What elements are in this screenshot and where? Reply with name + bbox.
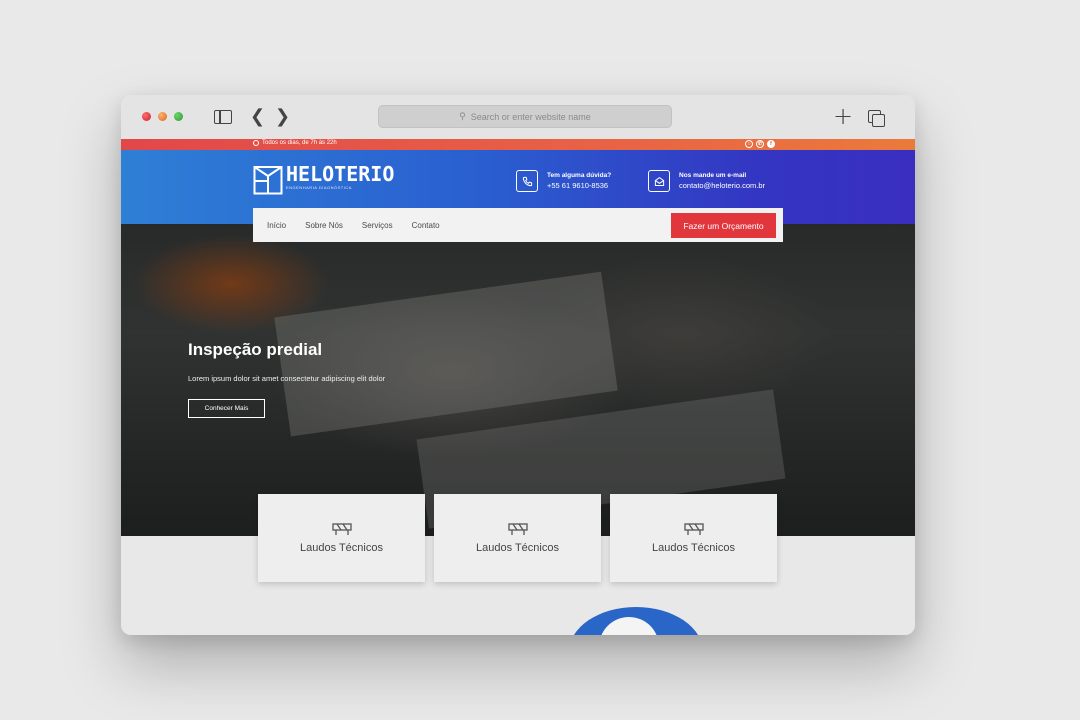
web-page: Todos os dias, de 7h às 22h ○ ✆ f HELOTE…: [121, 139, 915, 635]
logo-mark-icon: [253, 164, 283, 195]
nav-item-inicio[interactable]: Início: [267, 221, 286, 230]
service-card-label: Laudos Técnicos: [300, 542, 383, 554]
search-icon: ⚲: [459, 111, 466, 122]
address-placeholder: Search or enter website name: [470, 111, 591, 122]
service-card-label: Laudos Técnicos: [476, 542, 559, 554]
whatsapp-icon[interactable]: ✆: [756, 140, 764, 148]
forward-icon[interactable]: ❯: [275, 107, 290, 127]
minimize-window-button[interactable]: [158, 112, 167, 121]
tab-overview-icon[interactable]: [868, 110, 885, 127]
new-tab-icon[interactable]: +: [833, 103, 853, 129]
hero-banner: Inspeção predial Lorem ipsum dolor sit a…: [121, 224, 915, 536]
learn-more-button[interactable]: Conhecer Mais: [188, 399, 265, 418]
facebook-icon[interactable]: f: [767, 140, 775, 148]
quote-button[interactable]: Fazer um Orçamento: [671, 213, 776, 238]
top-info-bar: Todos os dias, de 7h às 22h ○ ✆ f: [121, 139, 915, 150]
logo-name: HELOTERIO: [286, 162, 395, 186]
service-card-label: Laudos Técnicos: [652, 542, 735, 554]
hero-text: Lorem ipsum dolor sit amet consectetur a…: [188, 374, 386, 383]
service-cards: Laudos Técnicos Laudos Técnicos Laudos T…: [258, 494, 777, 582]
nav-item-sobre-nos[interactable]: Sobre Nós: [305, 221, 343, 230]
nav-item-servicos[interactable]: Serviços: [362, 221, 393, 230]
email-value: contato@heloterio.com.br: [679, 180, 765, 190]
barrier-icon: [683, 522, 704, 536]
service-card[interactable]: Laudos Técnicos: [434, 494, 601, 582]
close-window-button[interactable]: [142, 112, 151, 121]
browser-toolbar: ❮ ❯ ⚲ Search or enter website name +: [121, 95, 915, 139]
email-label: Nos mande um e-mail: [679, 171, 747, 179]
section-graphic: [569, 607, 703, 635]
envelope-icon: [648, 170, 670, 192]
nav-item-contato[interactable]: Contato: [412, 221, 440, 230]
clock-icon: [253, 140, 259, 146]
address-bar[interactable]: ⚲ Search or enter website name: [378, 105, 672, 128]
service-card[interactable]: Laudos Técnicos: [610, 494, 777, 582]
service-card[interactable]: Laudos Técnicos: [258, 494, 425, 582]
browser-window: ❮ ❯ ⚲ Search or enter website name + Tod…: [121, 95, 915, 635]
phone-value: +55 61 9610-8536: [547, 180, 609, 190]
opening-hours: Todos os dias, de 7h às 22h: [253, 140, 337, 146]
phone-label: Tem alguma dúvida?: [547, 171, 612, 179]
maximize-window-button[interactable]: [174, 112, 183, 121]
barrier-icon: [331, 522, 352, 536]
phone-icon: [516, 170, 538, 192]
barrier-icon: [507, 522, 528, 536]
social-links: ○ ✆ f: [745, 140, 775, 148]
hero-title: Inspeção predial: [188, 340, 323, 359]
hero-content: Inspeção predial Lorem ipsum dolor sit a…: [188, 340, 385, 418]
instagram-icon[interactable]: ○: [745, 140, 753, 148]
opening-hours-text: Todos os dias, de 7h às 22h: [262, 140, 337, 146]
main-navigation: Início Sobre Nós Serviços Contato Fazer …: [253, 208, 783, 242]
contact-phone[interactable]: Tem alguma dúvida? +55 61 9610-8536: [516, 170, 611, 192]
contact-email[interactable]: Nos mande um e-mail contato@heloterio.co…: [648, 170, 765, 192]
site-logo[interactable]: HELOTERIO ENGENHARIA DIAGNÓSTICA: [253, 164, 394, 195]
back-icon[interactable]: ❮: [250, 107, 265, 127]
sidebar-toggle-icon[interactable]: [214, 110, 232, 124]
